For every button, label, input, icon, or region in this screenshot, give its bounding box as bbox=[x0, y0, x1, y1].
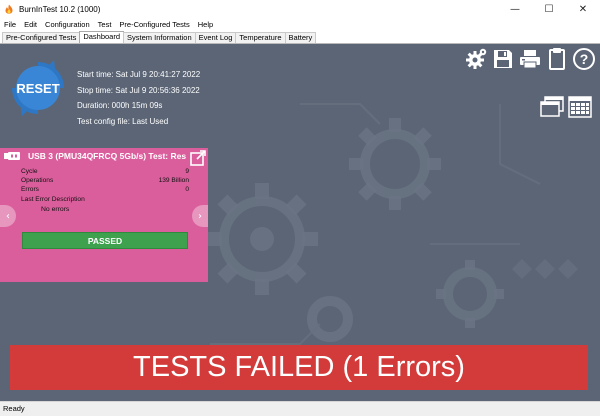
stat-row-errors: Errors 0 bbox=[21, 186, 189, 194]
svg-text:?: ? bbox=[580, 51, 589, 67]
test-stats: Cycle 9 Operations 139 Billion Errors 0 … bbox=[21, 167, 189, 215]
menu-test[interactable]: Test bbox=[94, 18, 116, 32]
export-icon[interactable] bbox=[189, 149, 207, 167]
tab-battery[interactable]: Battery bbox=[284, 32, 317, 43]
chevron-right-icon: › bbox=[198, 210, 202, 222]
config-file: Test config file: Last Used bbox=[77, 116, 169, 126]
minimize-button[interactable]: — bbox=[498, 0, 532, 18]
title-bar: BurnInTest 10.2 (1000) — ☐ ✕ bbox=[0, 0, 600, 18]
result-banner: TESTS FAILED (1 Errors) bbox=[10, 345, 588, 390]
tab-event-log[interactable]: Event Log bbox=[194, 32, 237, 43]
next-test-button[interactable]: › bbox=[192, 205, 208, 227]
panel-header: USB 3 (PMU34QFRCQ 5Gb/s) Test: Res bbox=[0, 148, 208, 164]
run-info: Start time: Sat Jul 9 20:41:27 2022 Stop… bbox=[77, 67, 200, 129]
clipboard-icon[interactable] bbox=[545, 46, 569, 72]
window-title: BurnInTest 10.2 (1000) bbox=[19, 4, 101, 14]
window-layout-icon[interactable] bbox=[540, 96, 564, 118]
usb-test-panel[interactable]: USB 3 (PMU34QFRCQ 5Gb/s) Test: Res Cycle… bbox=[0, 148, 208, 282]
menu-configuration[interactable]: Configuration bbox=[41, 18, 94, 32]
stat-row-last-error: Last Error Description bbox=[21, 195, 85, 203]
save-icon[interactable] bbox=[491, 46, 515, 72]
dashboard-panel: RESET Start time: Sat Jul 9 20:41:27 202… bbox=[0, 44, 600, 401]
chevron-left-icon: ‹ bbox=[6, 210, 10, 222]
close-button[interactable]: ✕ bbox=[566, 0, 600, 18]
menu-edit[interactable]: Edit bbox=[20, 18, 41, 32]
last-error-value: No errors bbox=[41, 205, 70, 213]
stop-time: Stop time: Sat Jul 9 20:56:36 2022 bbox=[77, 85, 200, 95]
stat-row-operations: Operations 139 Billion bbox=[21, 177, 189, 185]
help-icon[interactable]: ? bbox=[572, 46, 596, 72]
panel-title: USB 3 (PMU34QFRCQ 5Gb/s) Test: Res bbox=[28, 151, 187, 161]
flame-icon bbox=[5, 4, 13, 14]
toolbar: ? bbox=[464, 46, 596, 72]
usb-icon bbox=[4, 152, 20, 160]
reset-label: RESET bbox=[16, 81, 59, 96]
test-status-badge: PASSED bbox=[22, 232, 188, 249]
tab-dashboard[interactable]: Dashboard bbox=[79, 31, 125, 43]
view-switcher bbox=[540, 96, 592, 118]
reset-button[interactable]: RESET bbox=[6, 56, 70, 120]
tab-system-information[interactable]: System Information bbox=[123, 32, 196, 43]
window-controls: — ☐ ✕ bbox=[498, 0, 600, 18]
menu-file[interactable]: File bbox=[0, 18, 20, 32]
menu-help[interactable]: Help bbox=[194, 18, 217, 32]
tab-bar: Pre-Configured Tests Dashboard System In… bbox=[0, 31, 600, 44]
menu-bar: File Edit Configuration Test Pre-Configu… bbox=[0, 18, 600, 32]
duration: Duration: 000h 15m 09s bbox=[77, 101, 163, 110]
previous-test-button[interactable]: ‹ bbox=[0, 205, 16, 227]
start-time: Start time: Sat Jul 9 20:41:27 2022 bbox=[77, 70, 201, 79]
printer-icon[interactable] bbox=[518, 46, 542, 72]
stat-row-cycle: Cycle 9 bbox=[21, 168, 189, 175]
tab-temperature[interactable]: Temperature bbox=[235, 32, 286, 43]
tab-preconfigured-tests[interactable]: Pre-Configured Tests bbox=[2, 32, 81, 43]
grid-layout-icon[interactable] bbox=[568, 96, 592, 118]
gear-icon[interactable] bbox=[464, 46, 488, 72]
maximize-button[interactable]: ☐ bbox=[532, 0, 566, 18]
status-bar: Ready bbox=[0, 401, 600, 416]
menu-preconfigured-tests[interactable]: Pre-Configured Tests bbox=[115, 18, 193, 32]
